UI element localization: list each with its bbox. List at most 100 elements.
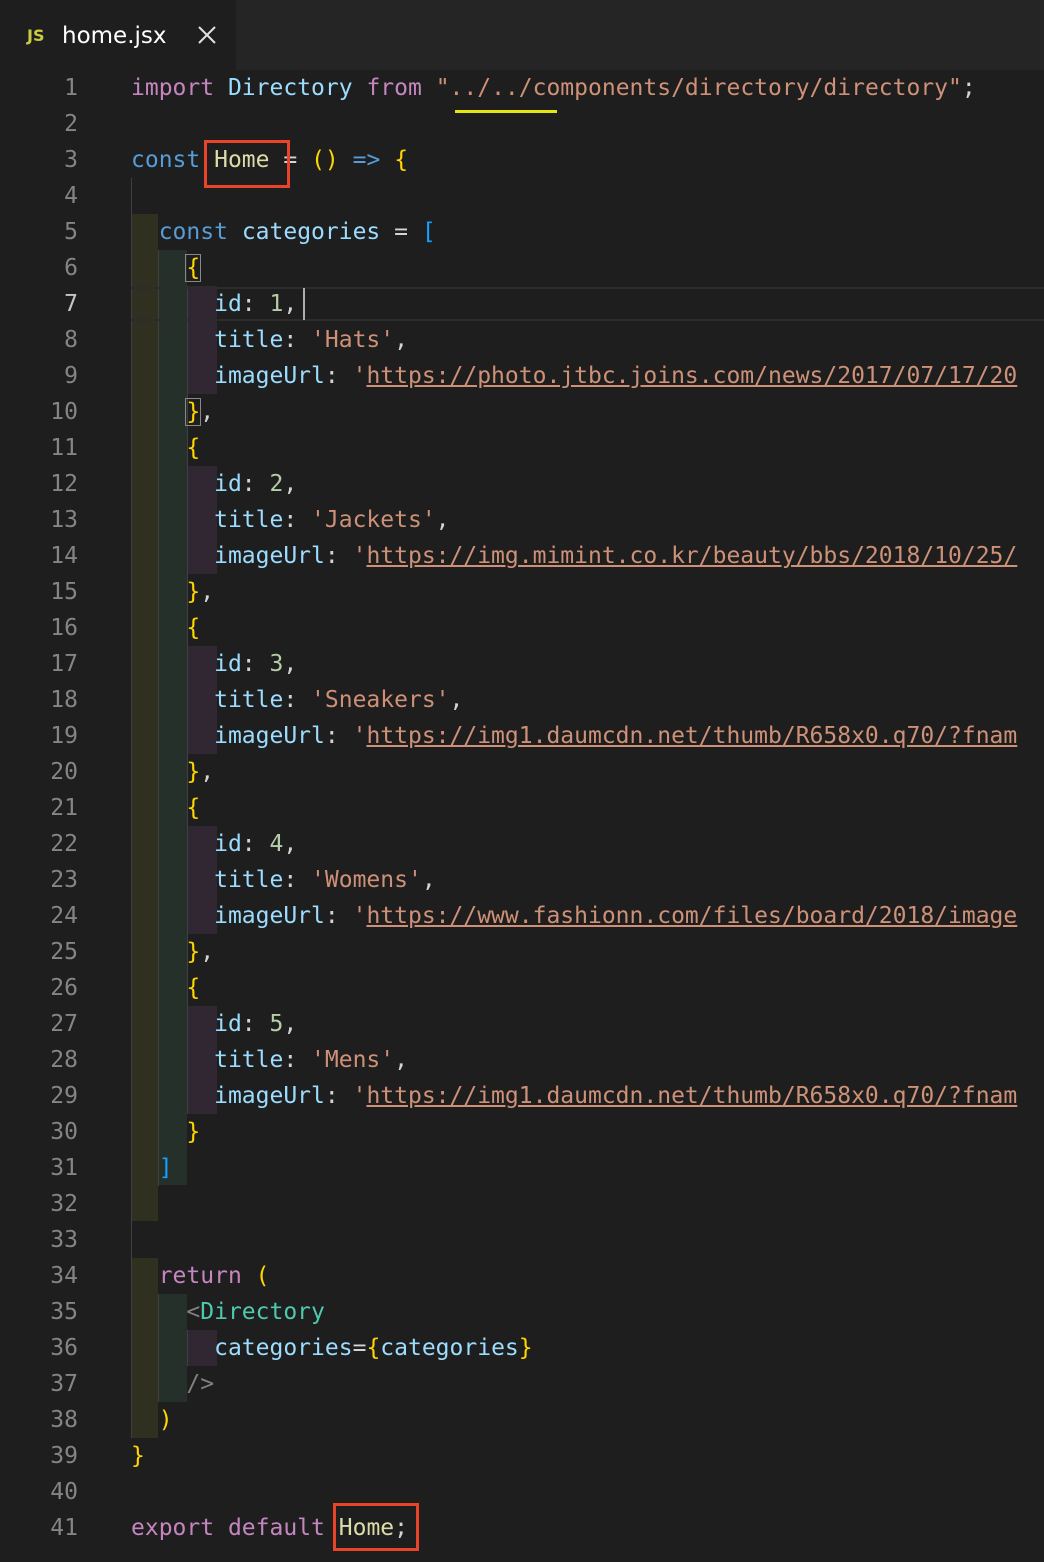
code-token: , [200, 399, 215, 425]
code-token: , [283, 291, 298, 317]
code-token: id [214, 471, 242, 497]
code-line[interactable]: imageUrl: 'https://photo.jtbc.joins.com/… [131, 358, 1017, 394]
code-token: const [158, 219, 228, 245]
code-token: categories [380, 1335, 519, 1361]
line-number: 24 [50, 903, 78, 929]
code-token: : [241, 291, 270, 317]
code-token: ' [352, 1083, 367, 1109]
code-token: } [186, 579, 201, 605]
code-token: < [186, 1299, 201, 1325]
code-token: const [131, 147, 201, 173]
line-number: 8 [64, 327, 78, 353]
code-token: = [394, 219, 409, 245]
code-line[interactable]: id: 5, [131, 1006, 297, 1042]
code-line[interactable]: } [131, 1438, 145, 1474]
code-line[interactable]: { [131, 250, 202, 286]
code-token: } [186, 759, 201, 785]
code-token: } [185, 398, 202, 426]
code-line[interactable]: imageUrl: 'https://img.mimint.co.kr/beau… [131, 538, 1017, 574]
code-line[interactable]: { [131, 430, 200, 466]
code-token: , [200, 939, 215, 965]
code-line[interactable]: id: 1, [131, 286, 297, 322]
tab-home-jsx[interactable]: JS home.jsx [0, 0, 236, 70]
code-line[interactable]: }, [131, 574, 214, 610]
code-token: 5 [269, 1011, 284, 1037]
line-number: 39 [50, 1443, 78, 1469]
line-number: 9 [64, 363, 78, 389]
code-line[interactable]: { [131, 790, 200, 826]
code-token: title [214, 867, 284, 893]
code-line[interactable]: }, [131, 754, 214, 790]
close-icon[interactable] [196, 24, 218, 46]
code-line[interactable]: /> [131, 1366, 214, 1402]
code-line[interactable]: } [131, 1114, 200, 1150]
line-number: 7 [64, 291, 78, 317]
code-line[interactable]: import Directory from "../../components/… [131, 70, 976, 106]
code-line[interactable]: { [131, 610, 200, 646]
line-number: 25 [50, 939, 78, 965]
code-token: Directory [227, 75, 353, 101]
line-number: 31 [50, 1155, 78, 1181]
code-line[interactable]: imageUrl: 'https://img1.daumcdn.net/thum… [131, 1078, 1017, 1114]
code-token: () [311, 147, 339, 173]
line-number: 41 [50, 1515, 78, 1541]
code-line[interactable]: imageUrl: 'https://www.fashionn.com/file… [131, 898, 1017, 934]
code-token: : [324, 723, 353, 749]
code-line[interactable]: ) [131, 1402, 173, 1438]
code-token: , [394, 1047, 408, 1073]
code-token: https://photo.jtbc.joins.com/news/2017/0… [366, 363, 1018, 389]
code-line[interactable]: imageUrl: 'https://img1.daumcdn.net/thum… [131, 718, 1017, 754]
code-line[interactable]: categories={categories} [131, 1330, 533, 1366]
code-line[interactable]: }, [131, 934, 214, 970]
code-token: ) [158, 1407, 173, 1433]
code-token: https://img1.daumcdn.net/thumb/R658x0.q7… [366, 723, 1018, 749]
line-number: 1 [64, 75, 78, 101]
code-line[interactable]: id: 3, [131, 646, 297, 682]
line-number: 4 [64, 183, 78, 209]
code-line[interactable]: { [131, 970, 200, 1006]
code-line[interactable]: title: 'Womens', [131, 862, 436, 898]
highlight-box-home-declaration [204, 140, 290, 188]
code-token: ; [961, 75, 976, 101]
code-editor[interactable]: 1 import Directory from "../../components… [0, 70, 1044, 1562]
code-line[interactable]: }, [131, 394, 214, 430]
code-line[interactable]: return ( [131, 1258, 270, 1294]
code-line[interactable]: const categories = [ [131, 214, 436, 250]
line-number: 15 [50, 579, 78, 605]
code-token: , [200, 759, 215, 785]
line-number: 36 [50, 1335, 78, 1361]
code-line[interactable]: title: 'Mens', [131, 1042, 408, 1078]
line-number: 11 [50, 435, 78, 461]
code-line[interactable]: id: 4, [131, 826, 297, 862]
line-number: 32 [50, 1191, 78, 1217]
code-token: Directory [200, 1299, 325, 1325]
code-token: from [366, 75, 422, 101]
code-token: , [435, 507, 450, 533]
line-number: 21 [50, 795, 78, 821]
code-line[interactable]: title: 'Jackets', [131, 502, 450, 538]
code-line[interactable]: title: 'Hats', [131, 322, 408, 358]
line-number: 2 [64, 111, 78, 137]
line-number: 17 [50, 651, 78, 677]
code-token: export [131, 1515, 215, 1541]
code-line[interactable]: <Directory [131, 1294, 325, 1330]
code-token: { [186, 795, 201, 821]
code-line[interactable]: title: 'Sneakers', [131, 682, 463, 718]
code-token: 3 [269, 651, 284, 677]
code-line[interactable]: ] [131, 1150, 173, 1186]
code-line[interactable]: id: 2, [131, 466, 297, 502]
line-number: 16 [50, 615, 78, 641]
